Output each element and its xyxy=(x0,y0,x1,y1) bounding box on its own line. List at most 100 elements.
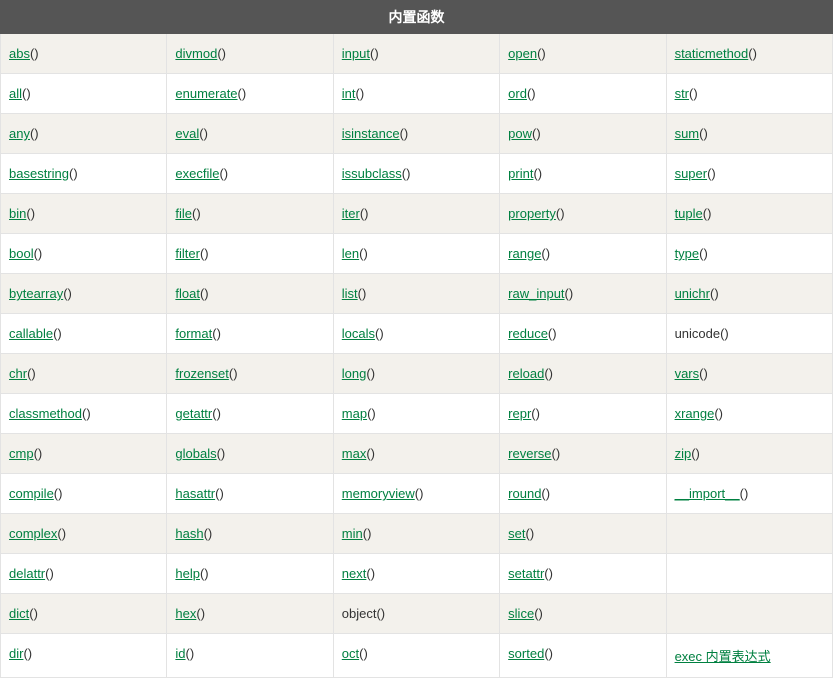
function-link[interactable]: min xyxy=(342,526,363,541)
function-link[interactable]: frozenset xyxy=(175,366,228,381)
function-link[interactable]: all xyxy=(9,86,22,101)
function-link[interactable]: iter xyxy=(342,206,360,221)
function-link[interactable]: getattr xyxy=(175,406,212,421)
function-link[interactable]: chr xyxy=(9,366,27,381)
table-row: dict()hex()object()slice() xyxy=(1,594,833,634)
table-row: basestring()execfile()issubclass()print(… xyxy=(1,154,833,194)
function-link[interactable]: any xyxy=(9,126,30,141)
function-link[interactable]: id xyxy=(175,646,185,661)
function-link[interactable]: file xyxy=(175,206,192,221)
function-link[interactable]: list xyxy=(342,286,358,301)
table-cell: frozenset() xyxy=(167,354,333,394)
function-link[interactable]: complex xyxy=(9,526,57,541)
function-suffix: () xyxy=(63,286,72,301)
function-link[interactable]: print xyxy=(508,166,533,181)
function-link[interactable]: slice xyxy=(508,606,534,621)
function-suffix: () xyxy=(212,326,221,341)
function-link[interactable]: compile xyxy=(9,486,54,501)
function-link[interactable]: type xyxy=(675,246,700,261)
function-suffix: () xyxy=(363,526,372,541)
function-link[interactable]: tuple xyxy=(675,206,703,221)
table-cell: float() xyxy=(167,274,333,314)
function-suffix: () xyxy=(69,166,78,181)
function-link[interactable]: sorted xyxy=(508,646,544,661)
table-cell: file() xyxy=(167,194,333,234)
function-link[interactable]: hex xyxy=(175,606,196,621)
function-link[interactable]: execfile xyxy=(175,166,219,181)
function-link[interactable]: input xyxy=(342,46,370,61)
function-link[interactable]: callable xyxy=(9,326,53,341)
function-suffix: () xyxy=(415,486,424,501)
function-link[interactable]: filter xyxy=(175,246,200,261)
function-suffix: () xyxy=(689,86,698,101)
function-link[interactable]: classmethod xyxy=(9,406,82,421)
function-link[interactable]: locals xyxy=(342,326,375,341)
function-suffix: () xyxy=(200,566,209,581)
function-link[interactable]: delattr xyxy=(9,566,45,581)
function-link[interactable]: open xyxy=(508,46,537,61)
function-link[interactable]: bytearray xyxy=(9,286,63,301)
function-link[interactable]: cmp xyxy=(9,446,34,461)
function-link[interactable]: bin xyxy=(9,206,26,221)
function-link[interactable]: setattr xyxy=(508,566,544,581)
function-link[interactable]: max xyxy=(342,446,367,461)
function-link[interactable]: next xyxy=(342,566,367,581)
function-link[interactable]: int xyxy=(342,86,356,101)
function-link[interactable]: sum xyxy=(675,126,700,141)
function-link[interactable]: bool xyxy=(9,246,34,261)
function-link[interactable]: pow xyxy=(508,126,532,141)
function-link[interactable]: round xyxy=(508,486,541,501)
function-link[interactable]: hasattr xyxy=(175,486,215,501)
function-link[interactable]: map xyxy=(342,406,367,421)
table-cell xyxy=(666,554,832,594)
function-link[interactable]: reduce xyxy=(508,326,548,341)
table-cell: exec 内置表达式 xyxy=(666,634,832,678)
function-suffix: () xyxy=(27,366,36,381)
function-link[interactable]: memoryview xyxy=(342,486,415,501)
function-link[interactable]: ord xyxy=(508,86,527,101)
function-link[interactable]: dir xyxy=(9,646,23,661)
function-link[interactable]: repr xyxy=(508,406,531,421)
function-link[interactable]: globals xyxy=(175,446,216,461)
function-link[interactable]: long xyxy=(342,366,367,381)
function-link[interactable]: set xyxy=(508,526,525,541)
function-link[interactable]: zip xyxy=(675,446,692,461)
function-link[interactable]: exec 内置表达式 xyxy=(675,649,771,664)
function-link[interactable]: property xyxy=(508,206,556,221)
table-cell: vars() xyxy=(666,354,832,394)
function-link[interactable]: enumerate xyxy=(175,86,237,101)
function-suffix: () xyxy=(82,406,91,421)
function-link[interactable]: issubclass xyxy=(342,166,402,181)
function-link[interactable]: xrange xyxy=(675,406,715,421)
function-link[interactable]: raw_input xyxy=(508,286,564,301)
function-link[interactable]: divmod xyxy=(175,46,217,61)
function-link[interactable]: help xyxy=(175,566,200,581)
function-link[interactable]: len xyxy=(342,246,359,261)
function-link[interactable]: unichr xyxy=(675,286,710,301)
function-link[interactable]: reload xyxy=(508,366,544,381)
table-cell: next() xyxy=(333,554,499,594)
table-cell: memoryview() xyxy=(333,474,499,514)
function-link[interactable]: dict xyxy=(9,606,29,621)
function-link[interactable]: staticmethod xyxy=(675,46,749,61)
function-link[interactable]: vars xyxy=(675,366,700,381)
table-cell: getattr() xyxy=(167,394,333,434)
function-link[interactable]: oct xyxy=(342,646,359,661)
function-link[interactable]: isinstance xyxy=(342,126,400,141)
function-link[interactable]: format xyxy=(175,326,212,341)
function-link[interactable]: hash xyxy=(175,526,203,541)
function-link[interactable]: eval xyxy=(175,126,199,141)
table-cell: reduce() xyxy=(500,314,666,354)
function-link[interactable]: reverse xyxy=(508,446,551,461)
function-link[interactable]: str xyxy=(675,86,689,101)
function-suffix: () xyxy=(219,166,228,181)
function-suffix: () xyxy=(26,206,35,221)
function-link[interactable]: __import__ xyxy=(675,486,740,501)
function-suffix: () xyxy=(552,446,561,461)
table-cell xyxy=(666,594,832,634)
function-link[interactable]: abs xyxy=(9,46,30,61)
function-link[interactable]: basestring xyxy=(9,166,69,181)
function-link[interactable]: super xyxy=(675,166,708,181)
function-link[interactable]: float xyxy=(175,286,200,301)
function-link[interactable]: range xyxy=(508,246,541,261)
